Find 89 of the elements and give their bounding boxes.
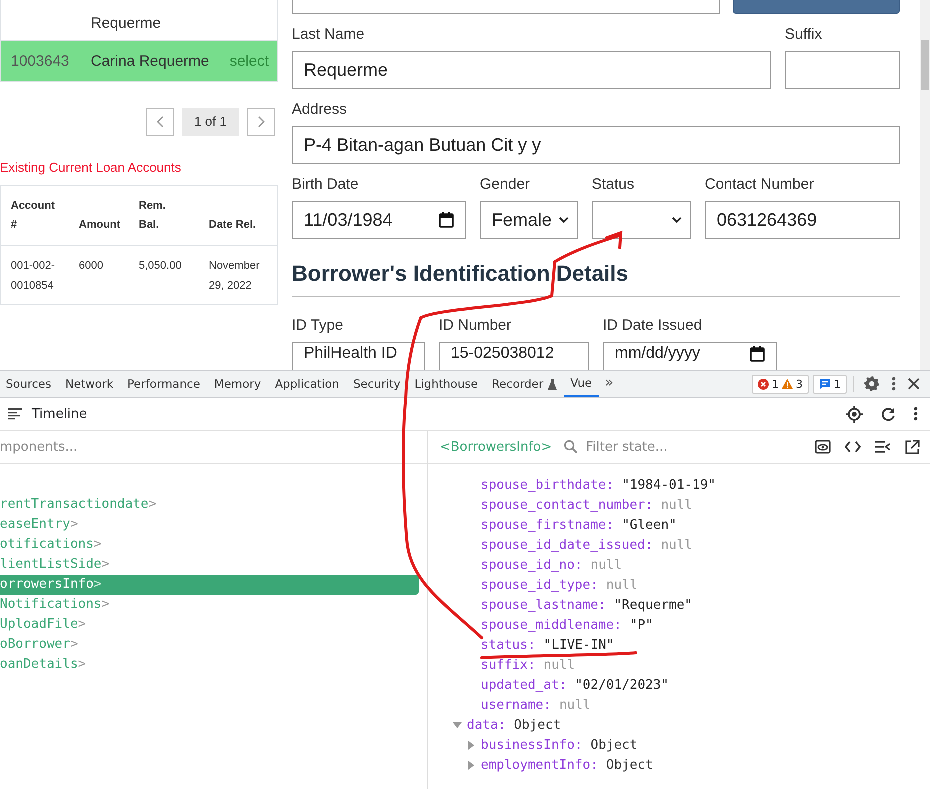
client-id: 1003643 — [11, 52, 70, 70]
section-title: Existing Current Loan Accounts — [0, 160, 182, 175]
input-field[interactable] — [785, 51, 900, 89]
issues-badge[interactable]: 1 3 — [752, 374, 809, 394]
state-property: updated_at: "02/01/2023" — [481, 678, 670, 692]
gear-icon — [864, 376, 880, 392]
page-indicator: 1 of 1 — [182, 108, 239, 136]
chevron-down-icon — [559, 216, 569, 224]
field-label: Contact Number — [705, 176, 816, 193]
tab[interactable]: Application — [268, 371, 346, 397]
code-icon — [845, 441, 861, 453]
state-property: status: "LIVE-IN" — [481, 638, 614, 652]
column-header: Rem. Bal. — [129, 186, 199, 246]
search-icon — [564, 440, 578, 454]
state-property: spouse_contact_number: null — [481, 498, 692, 512]
tab[interactable]: Security — [346, 371, 408, 397]
component-name: <BorrowersInfo> — [440, 440, 552, 454]
state-property: spouse_lastname: "Requerme" — [481, 598, 693, 612]
state-property: data: Object — [467, 718, 562, 732]
collapsed-triangle-icon[interactable] — [467, 760, 476, 770]
field-label: Address — [292, 101, 348, 118]
column-header: Amount — [69, 186, 129, 246]
external-link-icon — [905, 440, 920, 454]
dropdown[interactable] — [592, 201, 691, 239]
error-icon — [758, 378, 769, 390]
eye-icon — [815, 440, 831, 454]
timeline-icon — [8, 408, 22, 420]
chevron-left-icon — [156, 116, 164, 128]
messages-badge[interactable]: 1 — [813, 374, 847, 394]
field-label: Birth Date — [292, 176, 360, 193]
collapsed-triangle-icon[interactable] — [467, 740, 476, 750]
field-label: Gender — [480, 176, 532, 193]
table-cell: 5,050.00 — [129, 246, 199, 304]
toolbar-title: Timeline — [32, 406, 88, 422]
dropdown[interactable]: Female — [480, 201, 578, 239]
calendar-icon — [750, 346, 765, 362]
tab[interactable]: Performance — [120, 371, 208, 397]
text-field[interactable] — [292, 0, 720, 14]
state-property: employmentInfo: Object — [481, 758, 654, 772]
state-property: spouse_id_date_issued: null — [481, 538, 692, 552]
refresh-icon — [881, 406, 896, 422]
input-field[interactable]: P-4 Bitan-agan Butuan Cit y y — [292, 126, 900, 164]
field-label: Last Name — [292, 26, 366, 43]
kebab-icon — [892, 377, 896, 391]
kebab-icon — [914, 407, 918, 421]
table-cell: 6000 — [69, 246, 129, 304]
search-field[interactable]: mponents... — [0, 440, 300, 454]
date-field[interactable]: 11/03/1984 — [292, 201, 466, 239]
tab[interactable]: Memory — [207, 371, 268, 397]
message-icon — [819, 378, 831, 390]
state-property: spouse_firstname: "Gleen" — [481, 518, 677, 532]
table-cell: 001-002-0010854 — [0, 246, 69, 304]
client-name: Carina Requerme — [91, 52, 210, 70]
state-property: spouse_birthdate: "1984-01-19" — [481, 478, 716, 492]
filter-field[interactable]: Filter state... — [584, 438, 788, 456]
table-cell: November 29, 2022 — [199, 246, 278, 304]
tab[interactable]: Vue — [564, 371, 600, 397]
field-label: ID Date Issued — [603, 317, 704, 334]
state-property: username: null — [481, 698, 591, 712]
client-name: Requerme — [91, 15, 162, 32]
state-property: spouse_id_no: null — [481, 558, 622, 572]
scrollbar[interactable] — [920, 0, 930, 370]
tab[interactable]: Lighthouse — [408, 371, 486, 397]
section-heading: Borrower's Identification Details — [292, 261, 630, 287]
state-property: spouse_id_type: null — [481, 578, 638, 592]
tab[interactable]: Sources — [0, 371, 58, 397]
state-property: suffix: null — [481, 658, 576, 672]
tab[interactable]: Recorder — [485, 371, 564, 397]
close-icon — [908, 378, 920, 390]
input-field[interactable]: Requerme — [292, 51, 771, 89]
field-label: ID Type — [292, 317, 344, 334]
target-icon — [846, 406, 863, 422]
client-row[interactable]: 1003643 Carina Requerme select — [1, 41, 277, 82]
more-tabs-button[interactable]: » — [599, 371, 620, 397]
expanded-triangle-icon[interactable] — [453, 720, 462, 730]
field-label: ID Number — [439, 317, 513, 334]
state-property: businessInfo: Object — [481, 738, 638, 752]
calendar-icon — [439, 212, 454, 228]
warning-icon — [782, 379, 793, 389]
list-icon — [875, 441, 891, 453]
tab[interactable]: Network — [58, 371, 121, 397]
chevron-down-icon — [672, 216, 682, 224]
column-header: Date Rel. — [199, 186, 278, 246]
state-property: spouse_middlename: "P" — [481, 618, 654, 632]
field-label: Status — [592, 176, 636, 193]
input-field[interactable]: 0631264369 — [705, 201, 900, 239]
chevron-right-icon — [258, 116, 264, 128]
field-label: Suffix — [785, 26, 824, 43]
column-header: Account # — [0, 186, 69, 246]
